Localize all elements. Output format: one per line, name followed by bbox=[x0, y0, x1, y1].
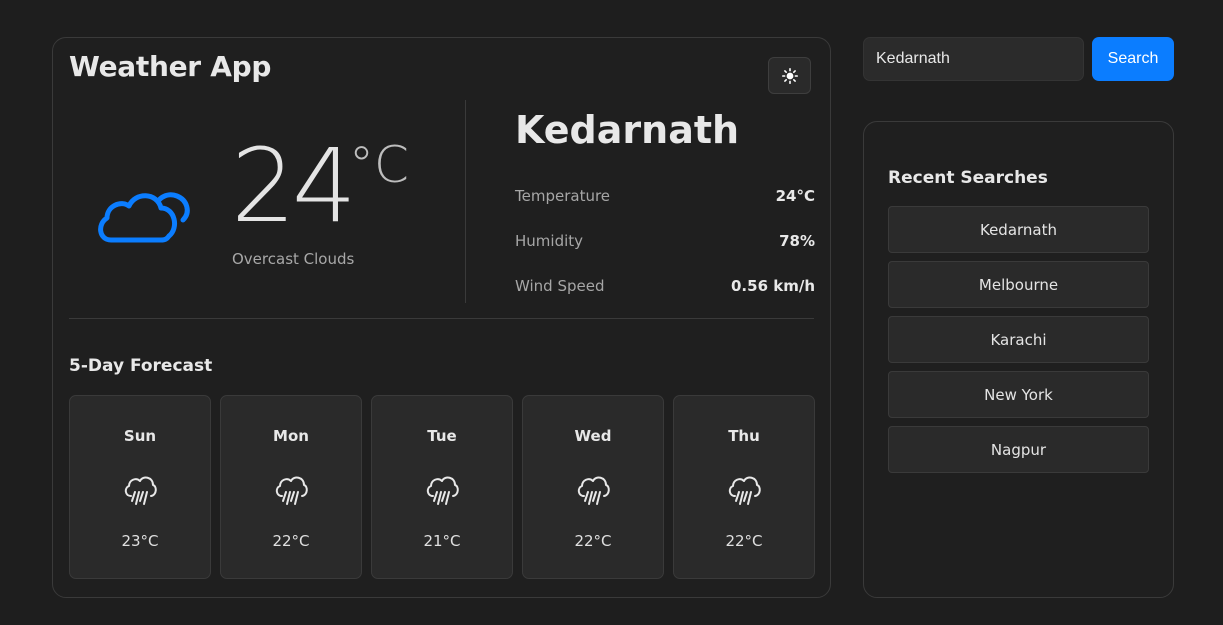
rain-cloud-icon bbox=[426, 476, 459, 505]
rain-cloud-icon bbox=[124, 476, 157, 505]
search-button[interactable]: Search bbox=[1092, 37, 1174, 81]
app-title: Weather App bbox=[69, 50, 272, 83]
weather-card: Weather App 24 °C Overcast Clouds Kedarn… bbox=[52, 37, 831, 598]
forecast-day: Wed bbox=[574, 427, 612, 445]
horizontal-divider bbox=[69, 318, 814, 319]
recent-search-item[interactable]: Melbourne bbox=[888, 261, 1149, 308]
recent-search-item[interactable]: New York bbox=[888, 371, 1149, 418]
recent-searches-list: Kedarnath Melbourne Karachi New York Nag… bbox=[888, 206, 1149, 481]
detail-label: Humidity bbox=[515, 232, 584, 250]
detail-label: Temperature bbox=[515, 187, 611, 205]
forecast-title: 5-Day Forecast bbox=[69, 356, 213, 376]
forecast-temp: 22°C bbox=[725, 532, 763, 550]
detail-value: 0.56 km/h bbox=[731, 277, 815, 295]
forecast-list: Sun 23°C Mon 22°C Tue 21°C Wed 22°C Thu … bbox=[69, 395, 815, 579]
recent-search-item[interactable]: Nagpur bbox=[888, 426, 1149, 473]
forecast-temp: 22°C bbox=[574, 532, 612, 550]
forecast-temp: 23°C bbox=[121, 532, 159, 550]
vertical-divider bbox=[465, 100, 466, 303]
detail-label: Wind Speed bbox=[515, 277, 605, 295]
rain-cloud-icon bbox=[728, 476, 761, 505]
forecast-day: Thu bbox=[728, 427, 760, 445]
temperature-unit: °C bbox=[349, 136, 409, 194]
sun-icon bbox=[781, 67, 798, 84]
recent-search-item[interactable]: Kedarnath bbox=[888, 206, 1149, 253]
recent-searches-panel: Recent Searches Kedarnath Melbourne Kara… bbox=[863, 121, 1174, 598]
theme-toggle-button[interactable] bbox=[768, 57, 811, 94]
detail-row-humidity: Humidity 78% bbox=[515, 232, 815, 250]
detail-value: 78% bbox=[779, 232, 815, 250]
cloud-icon bbox=[98, 192, 190, 243]
detail-row-temperature: Temperature 24°C bbox=[515, 187, 815, 205]
search-input[interactable] bbox=[863, 37, 1084, 81]
recent-searches-title: Recent Searches bbox=[888, 168, 1048, 188]
forecast-temp: 21°C bbox=[423, 532, 461, 550]
detail-value: 24°C bbox=[775, 187, 815, 205]
detail-row-wind-speed: Wind Speed 0.56 km/h bbox=[515, 277, 815, 295]
forecast-card-mon: Mon 22°C bbox=[220, 395, 362, 579]
rain-cloud-icon bbox=[577, 476, 610, 505]
forecast-card-thu: Thu 22°C bbox=[673, 395, 815, 579]
recent-search-item[interactable]: Karachi bbox=[888, 316, 1149, 363]
forecast-day: Sun bbox=[123, 427, 157, 445]
current-temperature: 24 bbox=[231, 127, 357, 246]
city-name: Kedarnath bbox=[515, 108, 740, 152]
forecast-card-tue: Tue 21°C bbox=[371, 395, 513, 579]
rain-cloud-icon bbox=[275, 476, 308, 505]
forecast-temp: 22°C bbox=[272, 532, 310, 550]
forecast-day: Tue bbox=[427, 427, 457, 445]
forecast-card-wed: Wed 22°C bbox=[522, 395, 664, 579]
weather-condition: Overcast Clouds bbox=[232, 250, 355, 268]
forecast-day: Mon bbox=[273, 427, 309, 445]
forecast-card-sun: Sun 23°C bbox=[69, 395, 211, 579]
